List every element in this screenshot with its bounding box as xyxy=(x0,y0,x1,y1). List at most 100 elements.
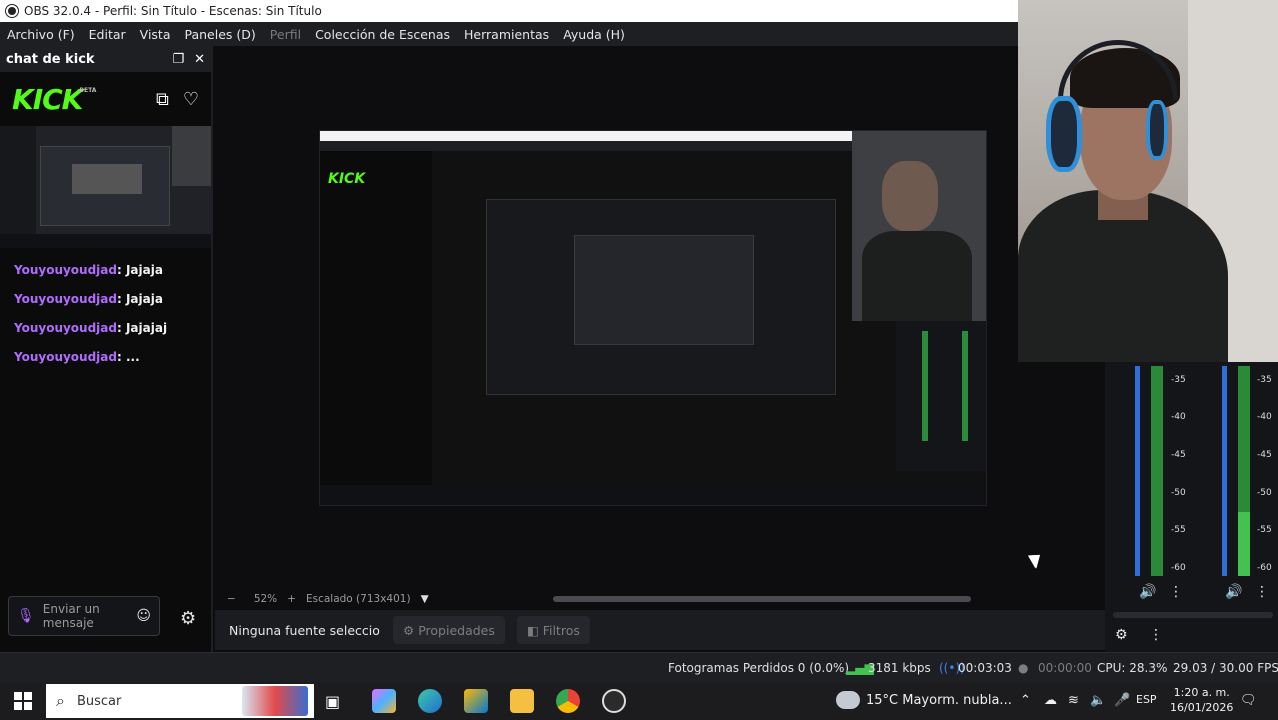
volume-fader-2[interactable] xyxy=(1222,366,1227,576)
menu-paneles[interactable]: Paneles (D) xyxy=(178,27,263,42)
volume-icon[interactable]: 🔈 xyxy=(1090,693,1106,708)
speaker-icon[interactable]: 🔊 xyxy=(1139,584,1156,600)
popout-chat-icon[interactable]: ⧉ xyxy=(156,89,169,110)
copilot-icon[interactable] xyxy=(372,689,396,713)
screen: OBS 32.0.4 - Perfil: Sin Título - Escena… xyxy=(0,0,1278,720)
taskbar-clock[interactable]: 1:20 a. m. 16/01/2026 xyxy=(1170,685,1233,715)
heart-icon[interactable]: ♡ xyxy=(183,89,199,110)
chat-username[interactable]: Youyouyoudjad xyxy=(14,292,117,306)
kick-header: KICK BETA ⧉ ♡ xyxy=(0,72,211,126)
headphones-icon xyxy=(1046,96,1082,172)
mixer-scale-label: -60 xyxy=(1257,563,1272,573)
clock-time: 1:20 a. m. xyxy=(1173,686,1230,699)
taskbar-search[interactable]: ⌕ Buscar xyxy=(46,684,314,718)
close-icon[interactable]: ✕ xyxy=(194,52,205,67)
undock-icon[interactable]: ❐ xyxy=(172,52,184,67)
language-indicator[interactable]: ESP xyxy=(1136,693,1157,706)
no-source-label: Ninguna fuente seleccionada xyxy=(229,622,381,638)
mixer-scale-label: -60 xyxy=(1171,563,1186,573)
obs-logo-icon xyxy=(6,5,18,17)
menu-herramientas[interactable]: Herramientas xyxy=(457,27,556,42)
preview-horizontal-scrollbar[interactable] xyxy=(553,596,971,602)
window-titlebar[interactable]: OBS 32.0.4 - Perfil: Sin Título - Escena… xyxy=(0,0,1018,22)
weather-text[interactable]: 15°C Mayorm. nubla... xyxy=(866,693,1012,708)
mixer-settings-gear-icon[interactable]: ⚙ xyxy=(1115,627,1128,643)
bitrate: 3181 kbps xyxy=(868,661,931,675)
chat-dock: chat de kick ❐ ✕ KICK BETA ⧉ ♡ Youyouyoud… xyxy=(0,46,213,652)
weather-cloud-icon xyxy=(836,691,860,709)
speaker-icon[interactable]: 🔊 xyxy=(1225,584,1242,600)
search-highlight-image xyxy=(242,686,308,716)
file-explorer-icon[interactable] xyxy=(510,689,534,713)
search-label: Buscar xyxy=(76,693,122,709)
status-bar: Fotogramas Perdidos 0 (0.0%) ▂▄▆ 3181 kb… xyxy=(0,652,1278,682)
chat-messages: Youyouyoudjad: Jajaja Youyouyoudjad: Jaj… xyxy=(0,248,211,372)
chat-message: Youyouyoudjad: Jajaja xyxy=(14,285,197,314)
fps: 29.03 / 30.00 FPS xyxy=(1173,661,1278,675)
preview-capture: KICK xyxy=(319,130,987,506)
chat-username[interactable]: Youyouyoudjad xyxy=(14,321,117,335)
menu-perfil: Perfil xyxy=(269,26,302,42)
live-time: 00:03:03 xyxy=(958,661,1012,675)
mixer-menu-icon[interactable]: ⋮ xyxy=(1255,584,1269,600)
edge-icon[interactable] xyxy=(418,689,442,713)
chat-text: : ... xyxy=(116,350,140,364)
filters-button[interactable]: ◧ Filtros xyxy=(516,616,590,644)
menu-ayuda[interactable]: Ayuda (H) xyxy=(556,27,632,42)
dock-title: chat de kick xyxy=(6,51,95,67)
zoom-in-button[interactable]: + xyxy=(287,593,296,605)
mixer-scale-label: -40 xyxy=(1171,412,1186,422)
mixer-scrollbar[interactable] xyxy=(1113,612,1273,618)
menu-coleccion-escenas[interactable]: Colección de Escenas xyxy=(308,27,457,42)
emoji-icon[interactable]: ☺ xyxy=(136,608,151,624)
chat-text: : Jajajaj xyxy=(116,321,168,335)
microphone-icon[interactable]: 🎙 xyxy=(17,608,35,624)
chat-username[interactable]: Youyouyoudjad xyxy=(14,350,117,364)
mixer-scale-label: -50 xyxy=(1257,488,1272,498)
menu-editar[interactable]: Editar xyxy=(82,27,133,42)
menu-bar: Archivo (F) Editar Vista Paneles (D) Per… xyxy=(0,22,1018,46)
tray-chevron-up-icon[interactable]: ⌃ xyxy=(1020,693,1031,708)
scale-label: Escalado (713x401) xyxy=(305,593,411,605)
window-title: OBS 32.0.4 - Perfil: Sin Título - Escena… xyxy=(24,4,322,18)
kick-logo: KICK BETA xyxy=(12,82,96,116)
mixer-menu-icon[interactable]: ⋮ xyxy=(1169,584,1183,600)
properties-label: Propiedades xyxy=(418,622,495,638)
mixer-scale-label: -50 xyxy=(1171,488,1186,498)
dock-header: chat de kick ❐ ✕ xyxy=(0,46,211,72)
properties-button[interactable]: ⚙ Propiedades xyxy=(393,616,505,644)
mixer-scale-label: -45 xyxy=(1257,450,1272,460)
store-icon[interactable] xyxy=(464,689,488,713)
chevron-down-icon[interactable]: ▼ xyxy=(421,593,429,605)
menu-vista[interactable]: Vista xyxy=(133,27,178,42)
chat-embedded-preview xyxy=(0,126,211,248)
obs-taskbar-icon[interactable] xyxy=(602,689,626,713)
chat-settings-gear-icon[interactable]: ⚙ xyxy=(180,608,196,629)
level-meter-1 xyxy=(1151,366,1163,576)
preview-zoom-bar: − 52% + Escalado (713x401) ▼ xyxy=(215,590,1085,608)
chat-text: : Jajaja xyxy=(116,292,163,306)
microphone-tray-icon[interactable]: 🎤 xyxy=(1114,693,1130,708)
mixer-scale-label: -35 xyxy=(1171,375,1186,385)
dropped-frames: Fotogramas Perdidos 0 (0.0%) xyxy=(668,661,850,675)
windows-start-icon[interactable] xyxy=(14,692,32,710)
chat-input[interactable]: 🎙 Enviar un mensaje ☺ xyxy=(8,596,160,636)
obs-preview[interactable]: KICK xyxy=(215,46,1085,590)
onedrive-icon[interactable]: ☁ xyxy=(1044,693,1057,708)
chrome-icon[interactable] xyxy=(556,689,580,713)
kick-logo-text: KICK xyxy=(12,82,83,116)
chat-username[interactable]: Youyouyoudjad xyxy=(14,263,117,277)
windows-taskbar: ⌕ Buscar ▣ 15°C Mayorm. nubla... ⌃ ☁ ≋ 🔈… xyxy=(0,682,1278,720)
mixer-more-icon[interactable]: ⋮ xyxy=(1149,627,1163,643)
zoom-level: 52% xyxy=(253,593,278,605)
audio-mixer: -35 -40 -45 -50 -55 -60 -35 -40 -45 -50 … xyxy=(1105,362,1278,652)
task-view-icon[interactable]: ▣ xyxy=(325,692,349,716)
menu-archivo[interactable]: Archivo (F) xyxy=(0,27,82,42)
zoom-out-button[interactable]: − xyxy=(227,593,236,605)
kick-logo-badge: BETA xyxy=(79,86,97,94)
mixer-scale-label: -55 xyxy=(1257,525,1272,535)
notifications-icon[interactable]: 🗨 xyxy=(1240,693,1257,708)
volume-fader-1[interactable] xyxy=(1135,366,1140,576)
wifi-icon[interactable]: ≋ xyxy=(1068,693,1079,708)
mixer-scale-label: -45 xyxy=(1171,450,1186,460)
